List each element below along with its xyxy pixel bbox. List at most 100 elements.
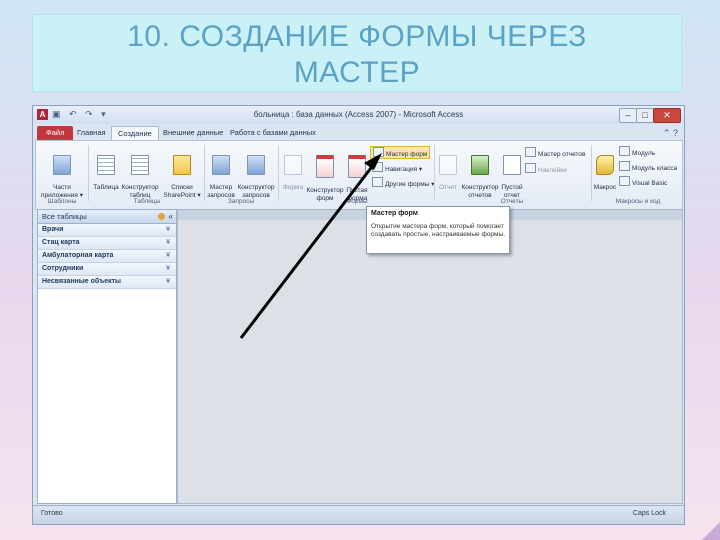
- query-wizard-label: Мастер запросов: [207, 184, 235, 199]
- help-area: ⌃ ?: [663, 128, 678, 139]
- chevron-down-icon: ¥: [166, 278, 170, 285]
- blank-report-icon: [503, 154, 521, 175]
- minimize-button[interactable]: –: [619, 108, 637, 123]
- nav-dropdown-icon[interactable]: [157, 213, 165, 220]
- group-label-templates: Шаблоны: [47, 198, 77, 205]
- form-designer-button[interactable]: Конструктор форм: [306, 147, 344, 202]
- chevron-down-icon: ¥: [166, 239, 170, 246]
- labels-button[interactable]: Наклейки: [525, 163, 567, 174]
- application-parts-button[interactable]: Части приложения ▾: [40, 147, 84, 199]
- nav-group-label: Врачи: [42, 226, 64, 233]
- report-designer-icon: [471, 154, 489, 175]
- module-button[interactable]: Модуль: [619, 146, 655, 157]
- form-button[interactable]: Форма: [282, 147, 304, 192]
- other-forms-icon: [372, 177, 383, 187]
- labels-icon: [525, 163, 536, 173]
- blank-report-label: Пустой отчет: [501, 184, 523, 199]
- nav-group-ambulatornaya[interactable]: Амбулаторная карта ¥: [38, 250, 176, 263]
- sharepoint-lists-label: Списки SharePoint ▾: [163, 184, 201, 199]
- group-label-queries: Запросы: [227, 198, 255, 205]
- group-label-forms: Формы: [346, 198, 368, 205]
- sharepoint-lists-icon: [173, 154, 191, 175]
- form-wizard-label: Мастер форм: [386, 151, 428, 158]
- report-icon: [439, 154, 457, 175]
- ribbon-collapse-icon[interactable]: ⌃: [663, 128, 671, 138]
- group-separator: [591, 145, 592, 201]
- ribbon: Части приложения ▾ Шаблоны Таблица Конст…: [35, 140, 683, 210]
- close-button[interactable]: ✕: [653, 108, 681, 123]
- query-designer-icon: [247, 154, 265, 175]
- nav-group-label: Амбулаторная карта: [42, 252, 114, 259]
- nav-collapse-icon[interactable]: «: [169, 212, 173, 221]
- blank-form-icon: [348, 154, 366, 178]
- form-icon: [284, 154, 302, 175]
- macro-button[interactable]: Макрос: [593, 147, 617, 192]
- tooltip-title: Мастер форм: [371, 210, 418, 217]
- help-icon[interactable]: ?: [673, 128, 678, 138]
- report-button[interactable]: Отчет: [437, 147, 459, 192]
- nav-group-label: Стац карта: [42, 239, 80, 246]
- group-label-reports: Отчеты: [500, 198, 524, 205]
- tooltip-body: Открытие мастера форм, который помогает …: [371, 223, 505, 238]
- macro-icon: [596, 154, 614, 175]
- nav-group-sotrudniki[interactable]: Сотрудники ¥: [38, 263, 176, 276]
- query-wizard-button[interactable]: Мастер запросов: [206, 147, 236, 199]
- group-separator: [278, 145, 279, 201]
- navigation-button[interactable]: Навигация ▾: [372, 162, 422, 173]
- tab-create[interactable]: Создание: [111, 126, 159, 141]
- query-designer-button[interactable]: Конструктор запросов: [236, 147, 276, 199]
- report-designer-label: Конструктор отчетов: [461, 184, 499, 199]
- maximize-button[interactable]: □: [636, 108, 654, 123]
- group-label-macros: Макросы и код: [615, 198, 661, 205]
- other-forms-button[interactable]: Другие формы ▾: [372, 177, 434, 188]
- visual-basic-button[interactable]: Visual Basic: [619, 176, 667, 187]
- tab-database-tools[interactable]: Работа с базами данных: [224, 126, 322, 140]
- blank-form-button[interactable]: Пустая форма: [344, 147, 370, 202]
- sharepoint-lists-button[interactable]: Списки SharePoint ▾: [162, 147, 202, 199]
- nav-group-stats-karta[interactable]: Стац карта ¥: [38, 237, 176, 250]
- report-wizard-button[interactable]: Мастер отчетов: [525, 147, 586, 158]
- table-button[interactable]: Таблица: [92, 147, 120, 192]
- application-parts-label: Части приложения ▾: [41, 184, 83, 199]
- nav-group-label: Несвязанные объекты: [42, 278, 122, 285]
- visual-basic-icon: [619, 176, 630, 186]
- module-label: Модуль: [632, 150, 656, 157]
- report-designer-button[interactable]: Конструктор отчетов: [460, 147, 500, 199]
- access-window: A ▣ ↶ ↷ ▾ больница : база данных (Access…: [32, 105, 685, 525]
- report-label: Отчет: [439, 184, 457, 191]
- slide-corner-decoration: [702, 522, 720, 540]
- form-wizard-button[interactable]: Мастер форм: [370, 146, 431, 159]
- chevron-down-icon: ¥: [166, 226, 170, 233]
- table-icon: [97, 154, 115, 175]
- table-designer-label: Конструктор таблиц: [121, 184, 159, 199]
- nav-header[interactable]: Все таблицы «: [38, 210, 176, 224]
- report-wizard-label: Мастер отчетов: [538, 151, 586, 158]
- window-title: больница : база данных (Access 2007) - M…: [253, 110, 464, 119]
- group-separator: [434, 145, 435, 201]
- tab-file[interactable]: Файл: [37, 126, 74, 140]
- status-bar: Готово Caps Lock: [33, 505, 684, 524]
- tab-home[interactable]: Главная: [71, 126, 112, 140]
- report-wizard-icon: [525, 147, 536, 157]
- form-wizard-tooltip: Мастер форм Открытие мастера форм, котор…: [366, 206, 510, 254]
- nav-group-label: Сотрудники: [42, 265, 84, 272]
- table-designer-button[interactable]: Конструктор таблиц: [120, 147, 160, 199]
- nav-group-nesvyazannye[interactable]: Несвязанные объекты ¥: [38, 276, 176, 289]
- status-caps-lock: Caps Lock: [632, 510, 666, 517]
- class-module-button[interactable]: Модуль класса: [619, 161, 677, 172]
- group-separator: [204, 145, 205, 201]
- form-designer-icon: [316, 154, 334, 178]
- nav-header-label: Все таблицы: [42, 212, 87, 221]
- nav-group-vrachi[interactable]: Врачи ¥: [38, 224, 176, 237]
- navigation-pane: Все таблицы « Врачи ¥ Стац карта ¥ Амбулат…: [37, 209, 177, 504]
- table-designer-icon: [131, 154, 149, 175]
- slide-title: 10. СОЗДАНИЕ ФОРМЫ ЧЕРЕЗ МАСТЕР: [32, 14, 682, 92]
- slide-title-line1: 10. СОЗДАНИЕ ФОРМЫ ЧЕРЕЗ: [127, 20, 587, 53]
- class-module-icon: [619, 161, 630, 171]
- navigation-icon: [372, 162, 383, 172]
- module-icon: [619, 146, 630, 156]
- blank-report-button[interactable]: Пустой отчет: [500, 147, 524, 199]
- chevron-down-icon: ¥: [166, 252, 170, 259]
- group-label-tables: Таблицы: [133, 198, 161, 205]
- tab-external-data[interactable]: Внешние данные: [157, 126, 229, 140]
